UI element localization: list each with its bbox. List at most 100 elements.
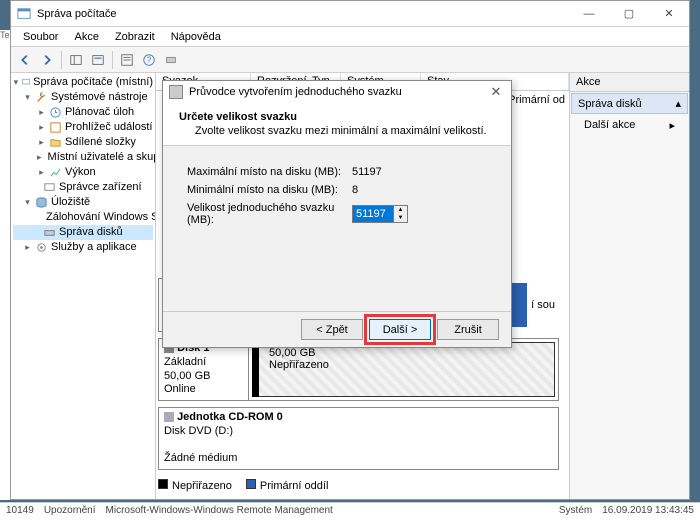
actions-group[interactable]: Správa disků ▴: [571, 93, 688, 114]
menu-action[interactable]: Akce: [66, 29, 106, 45]
extra-button[interactable]: [161, 50, 181, 70]
min-space-label: Minimální místo na disku (MB):: [187, 184, 352, 196]
wizard-heading: Určete velikost svazku: [179, 111, 495, 123]
event-level: Upozornění: [44, 505, 96, 518]
wizard-footer: < Zpět Další > Zrušit: [163, 311, 511, 347]
event-date: 16.09.2019 13:43:45: [602, 505, 694, 518]
event-id: 10149: [6, 505, 34, 518]
expand-icon[interactable]: ▾: [23, 195, 32, 210]
legend-unalloc-swatch: [158, 479, 168, 489]
expand-icon[interactable]: ▸: [37, 120, 46, 135]
tree-label: Správa disků: [59, 225, 123, 240]
tree-localusers[interactable]: ▸ Místní uživatelé a skupiny: [13, 150, 153, 165]
disk1-type: Základní: [164, 356, 206, 368]
properties-button[interactable]: [117, 50, 137, 70]
tree-sharedfolders[interactable]: ▸ Sdílené složky: [13, 135, 153, 150]
expand-icon[interactable]: ▸: [23, 240, 32, 255]
tree-label: Úložiště: [51, 195, 90, 210]
services-icon: [35, 241, 48, 254]
spinner-down-button[interactable]: ▼: [394, 214, 407, 222]
part-status: Nepřiřazeno: [269, 359, 329, 371]
tree-systools[interactable]: ▾ Systémové nástroje: [13, 90, 153, 105]
forward-button[interactable]: [37, 50, 57, 70]
wizard-disk-icon: [169, 85, 183, 99]
wizard-close-button[interactable]: ✕: [487, 84, 505, 100]
expand-icon[interactable]: ▾: [13, 75, 19, 90]
refresh-button[interactable]: [88, 50, 108, 70]
close-button[interactable]: ✕: [649, 1, 689, 27]
cdrom-status: Žádné médium: [164, 452, 237, 464]
maximize-button[interactable]: ▢: [609, 1, 649, 27]
cdrom-row[interactable]: Jednotka CD-ROM 0 Disk DVD (D:) Žádné mé…: [158, 407, 559, 470]
folder-icon: [49, 136, 62, 149]
tree-services[interactable]: ▸ Služby a aplikace: [13, 240, 153, 255]
separator: [61, 51, 62, 69]
size-spinner[interactable]: ▲ ▼: [352, 205, 408, 223]
cropped-edge: Ten: [0, 30, 10, 500]
legend-primary-swatch: [246, 479, 256, 489]
tree-label: Služby a aplikace: [51, 240, 137, 255]
cancel-button[interactable]: Zrušit: [437, 319, 499, 340]
disk-icon: [43, 226, 56, 239]
tree-label: Zálohování Windows Se…: [46, 210, 156, 225]
expand-icon[interactable]: ▸: [37, 165, 46, 180]
storage-icon: [35, 196, 48, 209]
event-category: Systém: [559, 505, 592, 518]
clock-icon: [49, 106, 62, 119]
next-button[interactable]: Další >: [369, 319, 431, 340]
event-source: Microsoft-Windows-Windows Remote Managem…: [106, 505, 333, 518]
size-label: Velikost jednoduchého svazku (MB):: [187, 202, 352, 226]
show-hide-button[interactable]: [66, 50, 86, 70]
expand-icon[interactable]: ▾: [23, 90, 32, 105]
tree-devmgr[interactable]: Správce zařízení: [13, 180, 153, 195]
stripe: [252, 342, 259, 397]
back-button[interactable]: < Zpět: [301, 319, 363, 340]
toolbar: ?: [11, 47, 689, 73]
disk1-info: Disk 1 Základní 50,00 GB Online: [159, 339, 249, 400]
size-input[interactable]: [353, 206, 393, 222]
menu-file[interactable]: Soubor: [15, 29, 66, 45]
help-button[interactable]: ?: [139, 50, 159, 70]
disk1-status: Online: [164, 383, 196, 395]
part-size: 50,00 GB: [269, 347, 315, 359]
event-log-row: 10149 Upozornění Microsoft-Windows-Windo…: [0, 502, 700, 520]
event-icon: [49, 121, 62, 134]
tree-root[interactable]: ▾ Správa počítače (místní): [13, 75, 153, 90]
legend-primary: Primární oddíl: [260, 480, 328, 492]
disk1-unallocated[interactable]: 50,00 GB Nepřiřazeno: [252, 342, 555, 397]
tree-diskmgmt[interactable]: Správa disků: [13, 225, 153, 240]
menubar: Soubor Akce Zobrazit Nápověda: [11, 27, 689, 47]
wizard-header: Určete velikost svazku Zvolte velikost s…: [163, 103, 511, 146]
actions-title: Akce: [570, 73, 689, 92]
spinner-up-button[interactable]: ▲: [394, 206, 407, 214]
wizard-body: Maximální místo na disku (MB): 51197 Min…: [163, 146, 511, 311]
min-space-value: 8: [352, 184, 487, 196]
legend-unalloc: Nepřiřazeno: [172, 480, 232, 492]
tree-label: Výkon: [65, 165, 96, 180]
tree-eventviewer[interactable]: ▸ Prohlížeč událostí: [13, 120, 153, 135]
legend: Nepřiřazeno Primární oddíl: [158, 476, 559, 495]
tree-label: Plánovač úloh: [65, 105, 134, 120]
menu-view[interactable]: Zobrazit: [107, 29, 163, 45]
actions-more-label: Další akce: [584, 119, 635, 132]
tree-perf[interactable]: ▸ Výkon: [13, 165, 153, 180]
actions-group-label: Správa disků: [578, 98, 642, 110]
tools-icon: [35, 91, 48, 104]
tree-backup[interactable]: Zálohování Windows Se…: [13, 210, 153, 225]
expand-icon[interactable]: ▸: [37, 150, 42, 165]
tree-taskscheduler[interactable]: ▸ Plánovač úloh: [13, 105, 153, 120]
actions-more[interactable]: Další akce ▸: [570, 115, 689, 136]
minimize-button[interactable]: —: [569, 1, 609, 27]
chevron-up-icon: ▴: [675, 97, 681, 110]
cdrom-icon: [164, 412, 174, 422]
tree-label: Systémové nástroje: [51, 90, 148, 105]
wizard-dialog: Průvodce vytvořením jednoduchého svazku …: [162, 80, 512, 348]
expand-icon[interactable]: ▸: [37, 135, 46, 150]
nav-tree[interactable]: ▾ Správa počítače (místní) ▾ Systémové n…: [11, 73, 156, 499]
back-button[interactable]: [15, 50, 35, 70]
tree-storage[interactable]: ▾ Úložiště: [13, 195, 153, 210]
menu-help[interactable]: Nápověda: [163, 29, 229, 45]
expand-icon[interactable]: ▸: [37, 105, 46, 120]
wizard-caption: Průvodce vytvořením jednoduchého svazku: [189, 86, 402, 98]
disk1-size: 50,00 GB: [164, 370, 210, 382]
